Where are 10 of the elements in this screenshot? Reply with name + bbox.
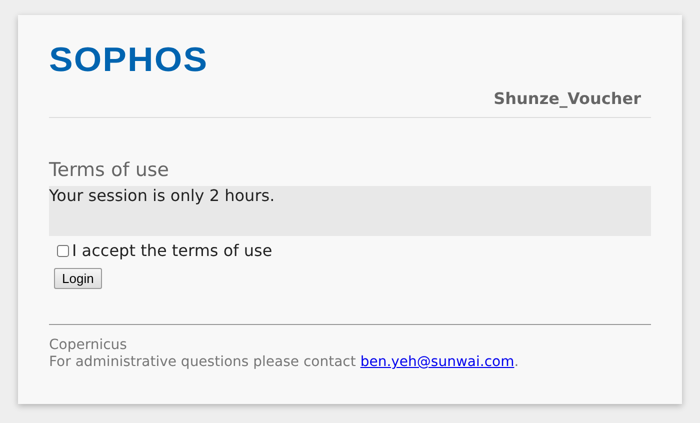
profile-name: Shunze_Voucher (494, 88, 641, 110)
accept-checkbox[interactable] (57, 245, 69, 257)
contact-text: For administrative questions please contact ben.yeh@sunwai.com. (49, 354, 520, 371)
login-button[interactable]: Login (54, 268, 102, 289)
terms-message: Your session is only 2 hours. (49, 186, 651, 236)
logo: SOPHOS (49, 43, 208, 77)
accept-label: I accept the terms of use (72, 240, 272, 262)
footer-name: Copernicus (49, 337, 128, 354)
email-link[interactable]: ben.yeh@sunwai.com (360, 354, 514, 370)
terms-title: Terms of use (49, 158, 170, 182)
